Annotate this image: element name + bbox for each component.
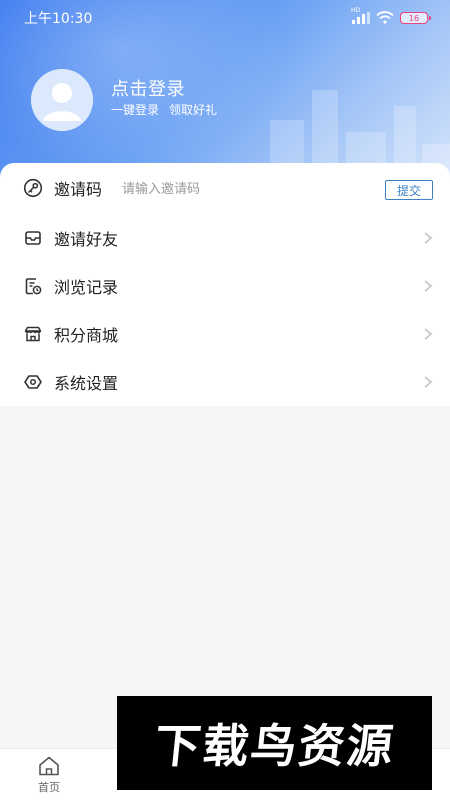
watermark: 下载鸟资源 <box>117 696 432 790</box>
key-icon <box>22 177 44 199</box>
hd-label: HD <box>351 7 361 14</box>
menu-item-points-mall[interactable]: 积分商城 <box>0 310 450 358</box>
one-click-login-text: 一键登录 <box>111 103 160 117</box>
menu-item-system-settings[interactable]: 系统设置 <box>0 358 450 406</box>
status-icons: HD 16 <box>351 8 431 28</box>
chevron-right-icon <box>424 280 433 292</box>
avatar[interactable] <box>31 69 93 131</box>
shop-icon <box>22 323 44 345</box>
status-bar: 上午10:30 HD 16 <box>0 0 450 36</box>
home-icon <box>39 756 59 776</box>
nav-home[interactable]: 首页 <box>24 755 74 797</box>
envelope-icon <box>22 227 44 249</box>
wifi-icon <box>376 9 394 28</box>
login-title[interactable]: 点击登录 <box>111 75 185 101</box>
menu-item-label: 邀请好友 <box>54 230 119 249</box>
submit-invite-button[interactable]: 提交 <box>385 180 433 200</box>
menu-card: 邀请码 提交 邀请好友 浏览记录 <box>0 163 450 406</box>
menu-item-invite-friends[interactable]: 邀请好友 <box>0 214 450 262</box>
user-icon <box>31 69 93 131</box>
chevron-right-icon <box>424 232 433 244</box>
chevron-right-icon <box>424 328 433 340</box>
nav-home-label: 首页 <box>38 781 60 794</box>
invite-code-input[interactable] <box>122 178 342 200</box>
battery-level: 16 <box>408 13 420 23</box>
claim-gift-text: 领取好礼 <box>169 103 218 117</box>
settings-icon <box>22 371 44 393</box>
login-subtitle: 一键登录 领取好礼 <box>111 101 217 118</box>
signal-icon: HD <box>351 8 370 24</box>
invite-code-label: 邀请码 <box>54 180 103 199</box>
battery-icon: 16 <box>400 12 431 24</box>
history-icon <box>22 275 44 297</box>
header-banner: 上午10:30 HD 16 点击登录 一键登录 领取好礼 <box>0 0 450 190</box>
status-time: 上午10:30 <box>24 11 93 27</box>
menu-item-browsing-history[interactable]: 浏览记录 <box>0 262 450 310</box>
menu-item-label: 系统设置 <box>54 374 119 393</box>
watermark-text: 下载鸟资源 <box>151 719 398 773</box>
menu-item-label: 积分商城 <box>54 326 119 345</box>
menu-item-label: 浏览记录 <box>54 278 119 297</box>
invite-code-row: 邀请码 提交 <box>0 164 450 212</box>
chevron-right-icon <box>424 376 433 388</box>
